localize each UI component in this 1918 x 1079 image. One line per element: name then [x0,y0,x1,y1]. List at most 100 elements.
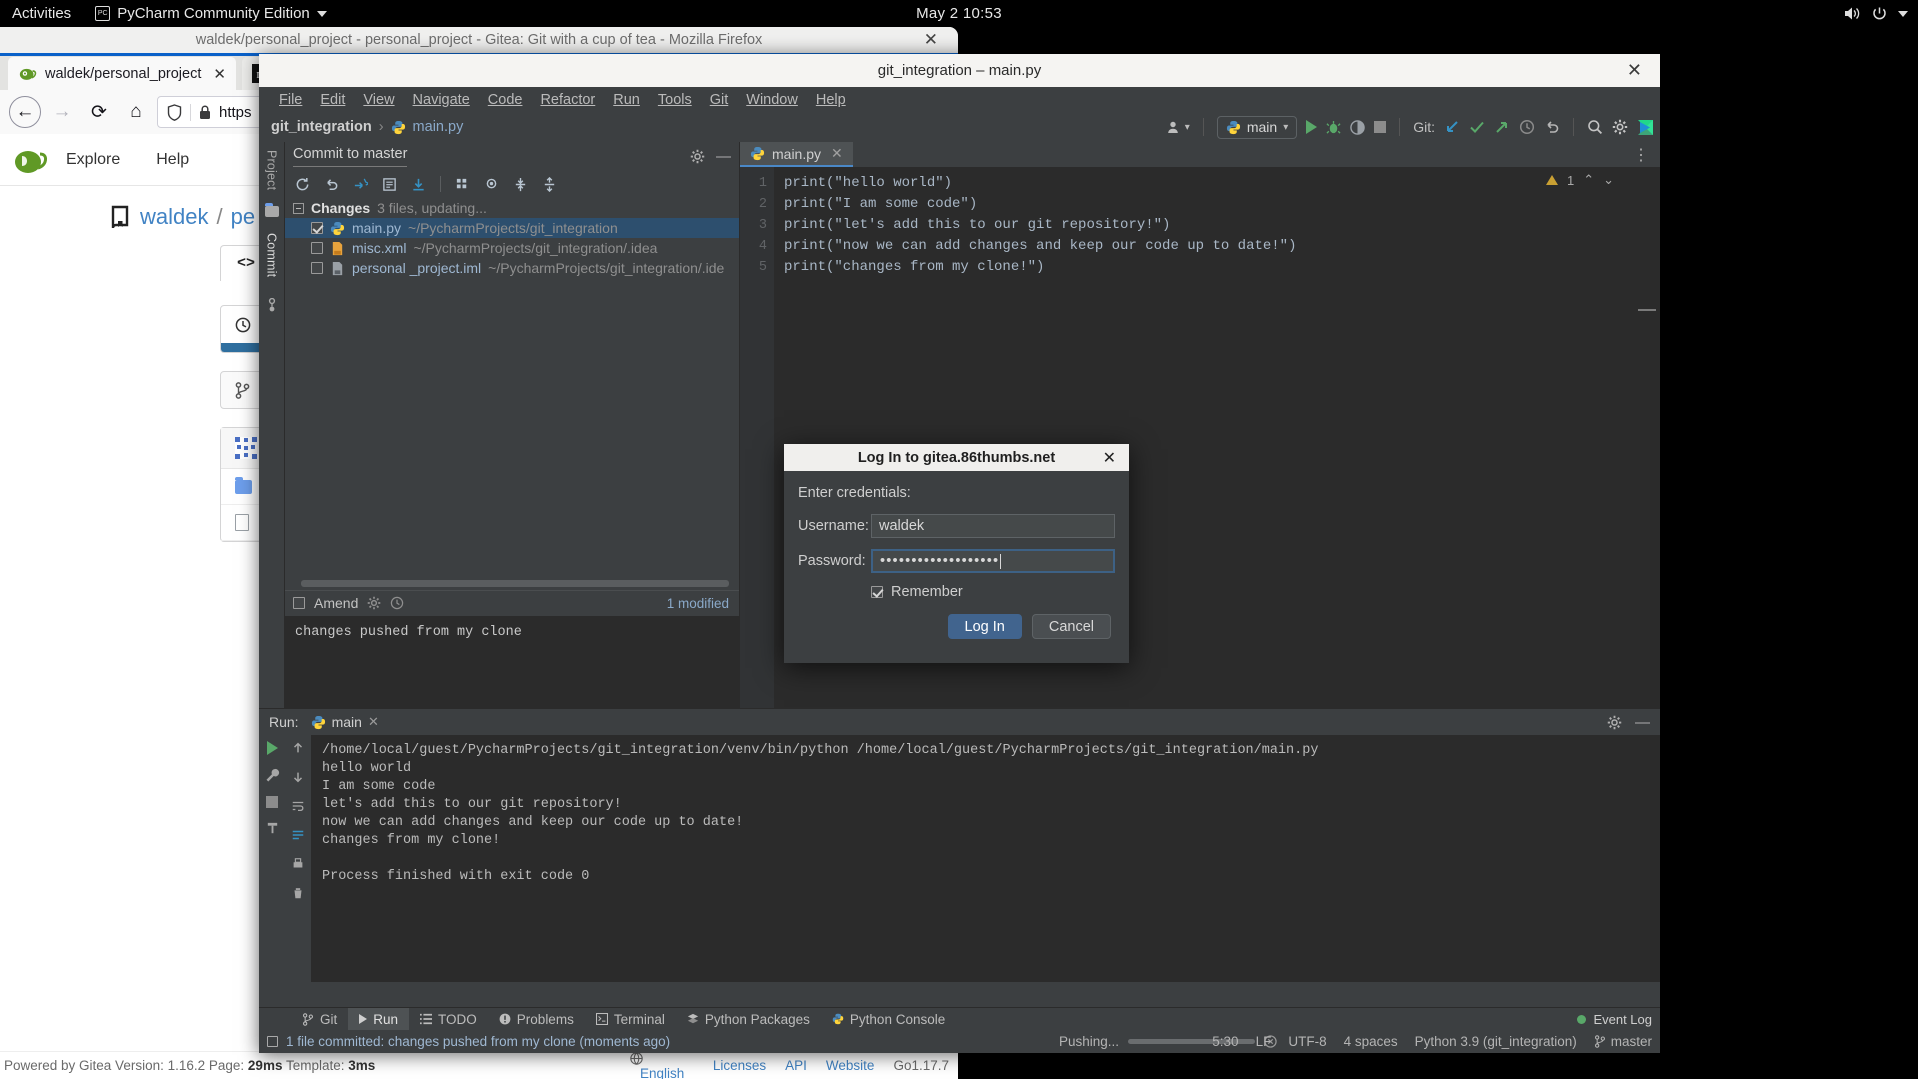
event-log-button[interactable]: Event Log [1577,1012,1652,1027]
file-checkbox[interactable] [311,242,323,254]
run-configuration-selector[interactable]: main ▾ [1216,115,1298,139]
status-message[interactable]: 1 file committed: changes pushed from my… [286,1034,670,1049]
expand-all-icon[interactable] [513,177,528,192]
home-icon[interactable]: ⌂ [120,96,152,128]
password-field[interactable]: ••••••••••••••••••• [871,549,1115,573]
username-field[interactable]: waldek [871,514,1115,538]
tool-tab-python-console[interactable]: Python Console [821,1008,956,1031]
breadcrumb-file[interactable]: main.py [413,119,464,135]
folder-icon[interactable] [264,203,279,218]
menu-item-run[interactable]: Run [604,92,649,108]
breadcrumb-project[interactable]: git_integration [271,119,372,135]
minimize-icon[interactable]: — [716,148,731,165]
print-icon[interactable] [291,857,305,871]
menu-item-edit[interactable]: Edit [311,92,354,108]
app-menu-button[interactable]: PC PyCharm Community Edition [83,0,339,27]
coverage-icon[interactable] [1350,119,1365,135]
browser-tab-personal-project[interactable]: waldek/personal_project ✕ [8,57,236,90]
menu-item-git[interactable]: Git [701,92,738,108]
chevron-up-icon[interactable]: ⌃ [1583,172,1594,188]
gitea-nav-help[interactable]: Help [138,151,207,169]
footer-link-licenses[interactable]: Licenses [703,1058,775,1073]
language-selector[interactable]: English [620,1051,703,1079]
revert-download-icon[interactable] [411,177,426,192]
menu-item-help[interactable]: Help [807,92,855,108]
git-history-icon[interactable] [1519,119,1535,135]
show-diff-icon[interactable] [382,177,397,192]
menu-item-window[interactable]: Window [737,92,807,108]
back-arrow-icon[interactable]: ← [9,96,41,128]
repo-owner-link[interactable]: waldek [140,204,208,230]
stop-icon[interactable] [266,796,278,808]
clock[interactable]: May 2 10:53 [916,5,1002,22]
user-icon[interactable]: ▾ [1167,120,1190,135]
git-rollback-icon[interactable] [1544,119,1560,135]
table-row[interactable]: main.py ~/PycharmProjects/git_integratio… [285,218,739,238]
menu-item-view[interactable]: View [354,92,403,108]
sidebar-item-project[interactable]: Project [265,150,279,190]
refresh-icon[interactable] [295,177,310,192]
rollback-icon[interactable] [324,177,339,192]
sidebar-item-commit[interactable]: Commit [265,233,279,277]
shelve-icon[interactable] [353,177,368,192]
cancel-button[interactable]: Cancel [1031,614,1111,639]
file-checkbox[interactable] [311,262,323,274]
close-icon[interactable]: ✕ [831,145,843,162]
activities-button[interactable]: Activities [0,0,83,27]
tool-tab-python-packages[interactable]: Python Packages [676,1008,821,1031]
scroll-down-icon[interactable] [291,770,305,784]
run-icon[interactable] [1306,120,1318,134]
horizontal-scrollbar[interactable] [301,579,729,587]
more-options-icon[interactable]: ⋮ [1633,145,1650,165]
stop-icon[interactable] [1374,121,1387,133]
file-encoding[interactable]: UTF-8 [1288,1034,1326,1049]
scroll-up-icon[interactable] [291,741,305,755]
gear-icon[interactable] [1607,715,1622,730]
system-status-area[interactable] [1844,6,1908,21]
menu-item-code[interactable]: Code [479,92,532,108]
search-icon[interactable] [1587,119,1603,135]
collapse-icon[interactable] [293,202,304,214]
footer-link-website[interactable]: Website [816,1058,884,1073]
close-icon[interactable]: ✕ [1103,448,1116,468]
tool-tab-problems[interactable]: Problems [488,1008,585,1031]
indent-setting[interactable]: 4 spaces [1344,1034,1398,1049]
rerun-icon[interactable] [266,741,278,755]
wrench-icon[interactable] [265,768,280,783]
gear-icon[interactable] [690,149,705,164]
commit-node-icon[interactable] [265,297,279,314]
close-icon[interactable]: ✕ [213,65,226,83]
tool-tab-terminal[interactable]: Terminal [585,1008,676,1031]
tool-tab-run[interactable]: Run [348,1007,410,1031]
close-icon[interactable]: ✕ [924,30,938,50]
amend-checkbox[interactable] [293,597,305,609]
repo-name-link[interactable]: pe [231,204,255,230]
remember-row[interactable]: Remember [871,584,1115,600]
close-icon[interactable]: ✕ [368,714,379,730]
forward-arrow-icon[interactable]: → [46,96,78,128]
reload-icon[interactable]: ⟳ [83,96,115,128]
tree-row[interactable]: Changes 3 files, updating... [285,198,739,218]
editor-tab-mainpy[interactable]: main.py ✕ [740,142,853,167]
collapse-all-icon[interactable] [542,176,557,192]
pycharm-icon[interactable] [1637,119,1654,136]
git-commit-icon[interactable] [1469,119,1485,135]
gear-icon[interactable] [367,596,381,610]
footer-link-api[interactable]: API [775,1058,816,1073]
line-separator[interactable]: LF [1256,1034,1272,1049]
minimize-icon[interactable]: — [1635,714,1650,731]
remember-checkbox[interactable] [871,586,883,598]
gitea-nav-explore[interactable]: Explore [48,151,138,169]
menu-item-file[interactable]: File [270,92,311,108]
soft-wrap-icon[interactable] [291,799,305,813]
git-push-icon[interactable] [1494,119,1510,135]
python-interpreter[interactable]: Python 3.9 (git_integration) [1415,1034,1577,1049]
chevron-down-icon[interactable] [1898,10,1908,17]
tool-tab-todo[interactable]: TODO [409,1008,488,1031]
close-icon[interactable]: ✕ [1627,60,1642,81]
menu-item-navigate[interactable]: Navigate [404,92,479,108]
tool-tab-git[interactable]: Git [291,1008,348,1031]
table-row[interactable]: personal _project.iml ~/PycharmProjects/… [285,258,739,278]
history-icon[interactable] [390,596,404,610]
scroll-to-end-icon[interactable] [291,828,305,842]
